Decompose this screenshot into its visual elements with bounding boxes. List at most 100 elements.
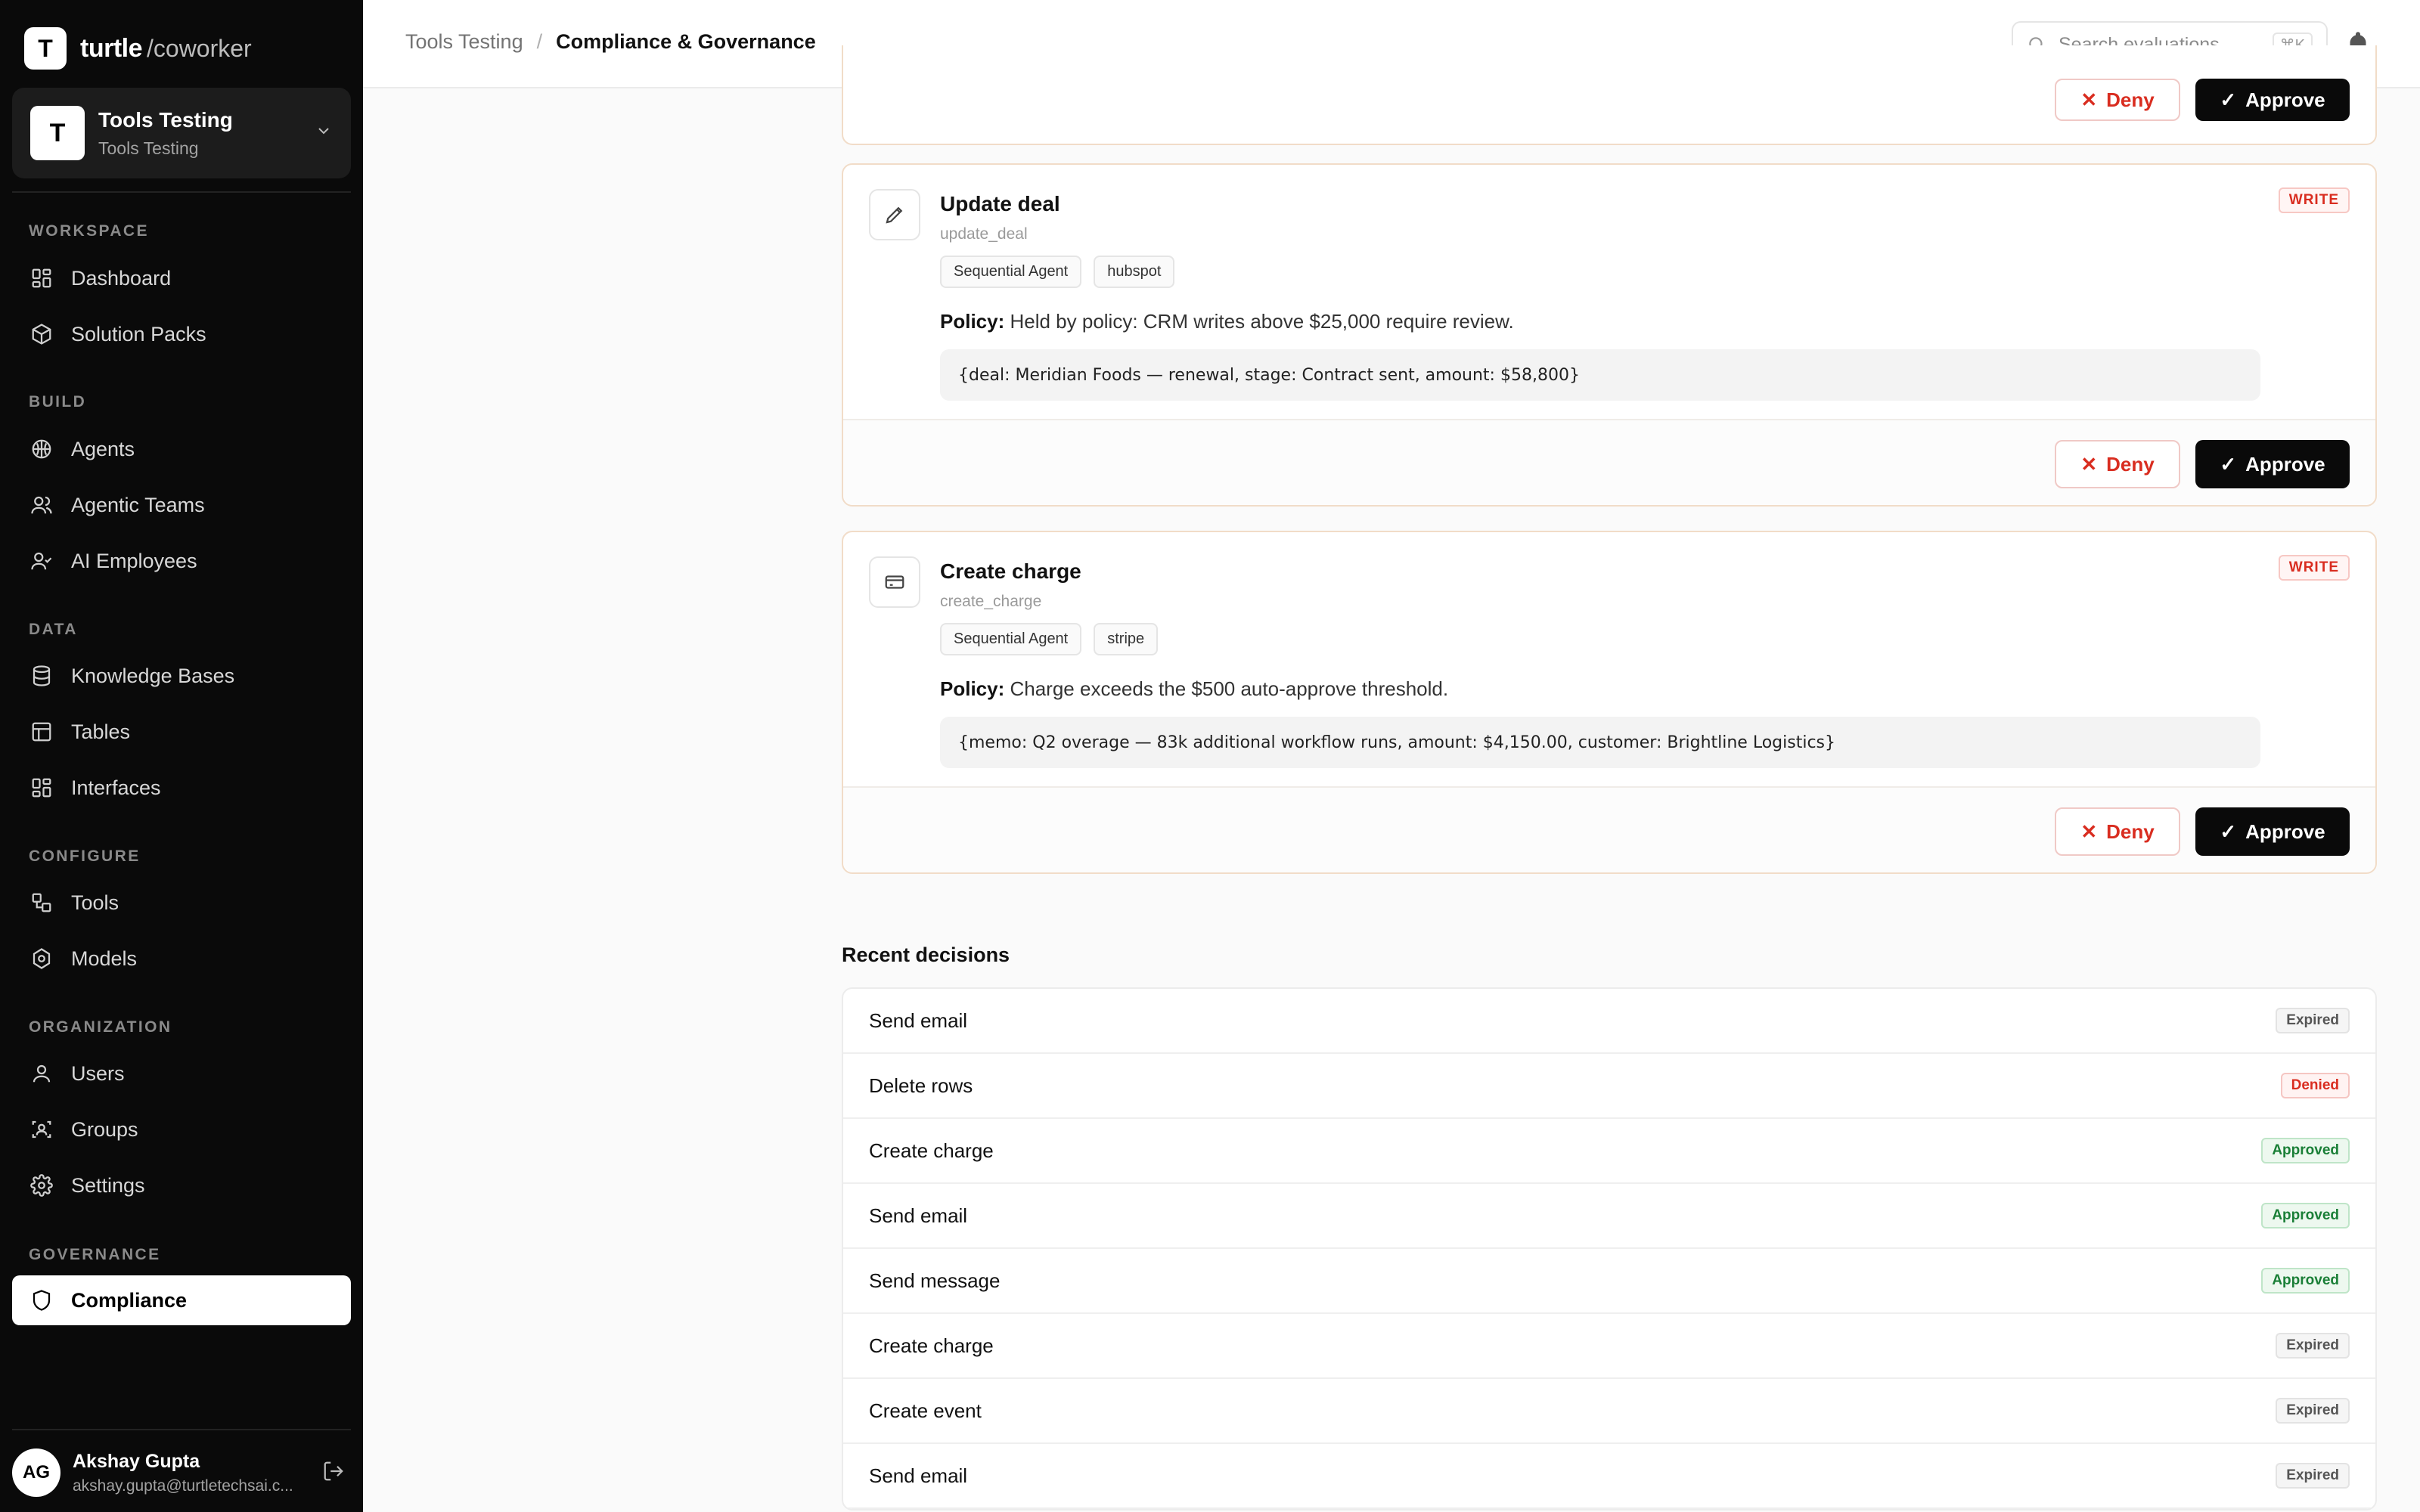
check-icon: ✓ — [2220, 452, 2237, 476]
deny-label: Deny — [2106, 88, 2155, 111]
tag: hubspot — [1094, 256, 1175, 288]
list-item[interactable]: Send email Approved — [843, 1184, 2375, 1249]
list-item[interactable]: Create charge Approved — [843, 1119, 2375, 1184]
decision-tool-name: Send email — [869, 1009, 968, 1032]
brand-logo: T — [24, 27, 67, 70]
brain-icon — [29, 436, 54, 462]
sidebar-item-label: Groups — [71, 1117, 138, 1141]
sidebar-item-label: Interfaces — [71, 776, 161, 799]
avatar: AG — [12, 1448, 60, 1497]
tag: Sequential Agent — [940, 623, 1082, 655]
database-icon — [29, 663, 54, 689]
check-icon: ✓ — [2220, 88, 2237, 111]
section-organization: ORGANIZATION — [29, 1018, 172, 1036]
decision-tool-name: Create charge — [869, 1139, 994, 1162]
decision-tool-name: Send email — [869, 1204, 968, 1227]
write-badge: WRITE — [2278, 187, 2350, 213]
user-profile[interactable]: AG Akshay Gupta akshay.gupta@turtletechs… — [12, 1444, 351, 1501]
sidebar-item-ai-employees[interactable]: AI Employees — [12, 536, 351, 586]
write-badge: WRITE — [2278, 555, 2350, 581]
user-icon — [29, 1061, 54, 1086]
workspace-subtitle: Tools Testing — [98, 138, 199, 158]
list-item[interactable]: Send email Expired — [843, 989, 2375, 1054]
sidebar-item-solution-packs[interactable]: Solution Packs — [12, 309, 351, 359]
breadcrumb-item[interactable]: Tools Testing — [405, 30, 523, 54]
deny-label: Deny — [2106, 452, 2155, 476]
package-icon — [29, 321, 54, 347]
deny-button[interactable]: ✕ Deny — [2055, 807, 2180, 856]
sidebar-item-knowledge-bases[interactable]: Knowledge Bases — [12, 651, 351, 701]
status-badge: Approved — [2261, 1203, 2350, 1228]
decision-tool-name: Send email — [869, 1464, 968, 1487]
list-item[interactable]: Send email Expired — [843, 1444, 2375, 1509]
policy-value: Held by policy: CRM writes above $25,000… — [1010, 310, 1514, 333]
user-check-icon — [29, 548, 54, 574]
approve-button[interactable]: ✓ Approve — [2195, 807, 2350, 856]
decision-tool-name: Create charge — [869, 1334, 994, 1357]
tool-title: Update deal — [940, 192, 1060, 215]
deny-button[interactable]: ✕ Deny — [2055, 440, 2180, 488]
tools-icon — [29, 890, 54, 916]
users-icon — [29, 492, 54, 518]
approve-label: Approve — [2245, 88, 2325, 111]
decision-tool-name: Create event — [869, 1399, 982, 1422]
user-email: akshay.gupta@turtletechsai.c... — [73, 1476, 293, 1495]
sidebar-item-label: Users — [71, 1061, 125, 1085]
status-badge: Approved — [2261, 1268, 2350, 1294]
logout-icon[interactable] — [322, 1460, 345, 1486]
sidebar-item-label: Solution Packs — [71, 322, 206, 345]
recent-decisions-title: Recent decisions — [842, 943, 1010, 966]
sidebar-item-interfaces[interactable]: Interfaces — [12, 763, 351, 813]
workspace-avatar: T — [30, 106, 85, 160]
sidebar-item-agentic-teams[interactable]: Agentic Teams — [12, 480, 351, 530]
sidebar-item-agents[interactable]: Agents — [12, 424, 351, 474]
sidebar-item-compliance[interactable]: Compliance — [12, 1275, 351, 1325]
section-build: BUILD — [29, 393, 87, 411]
approve-label: Approve — [2245, 452, 2325, 476]
deny-button[interactable]: ✕ Deny — [2055, 79, 2180, 121]
sidebar-item-label: Tables — [71, 720, 131, 743]
policy-label: Policy: — [940, 310, 1005, 333]
status-badge: Expired — [2276, 1008, 2350, 1033]
pending-card-previous: ✕ Deny ✓ Approve — [842, 45, 2377, 145]
sidebar-item-tools[interactable]: Tools — [12, 878, 351, 928]
pending-card: Update deal update_deal Sequential Agent… — [842, 163, 2377, 507]
workspace-switcher[interactable]: T Tools Testing Tools Testing — [12, 88, 351, 178]
sidebar-item-dashboard[interactable]: Dashboard — [12, 253, 351, 303]
approve-button[interactable]: ✓ Approve — [2195, 440, 2350, 488]
status-badge: Expired — [2276, 1398, 2350, 1424]
sidebar-item-settings[interactable]: Settings — [12, 1160, 351, 1210]
decision-tool-name: Delete rows — [869, 1074, 973, 1097]
sidebar-item-models[interactable]: Models — [12, 934, 351, 984]
tool-arguments: {memo: Q2 overage — 83k additional workf… — [940, 717, 2260, 768]
close-icon: ✕ — [2080, 88, 2098, 111]
sidebar-item-label: Knowledge Bases — [71, 664, 235, 687]
sidebar: T turtle /coworker T Tools Testing Tools… — [0, 0, 363, 1512]
gear-icon — [29, 1173, 54, 1198]
breadcrumb-separator: / — [536, 30, 543, 53]
sidebar-footer-divider — [12, 1429, 351, 1430]
sidebar-item-tables[interactable]: Tables — [12, 707, 351, 757]
sidebar-item-groups[interactable]: Groups — [12, 1105, 351, 1154]
list-item[interactable]: Send message Approved — [843, 1249, 2375, 1314]
sidebar-item-label: Compliance — [71, 1288, 188, 1312]
section-data: DATA — [29, 621, 78, 638]
list-item[interactable]: Create event Expired — [843, 1379, 2375, 1444]
brand-name: turtle — [80, 33, 143, 63]
policy-value: Charge exceeds the $500 auto-approve thr… — [1010, 677, 1449, 700]
status-badge: Approved — [2261, 1138, 2350, 1163]
status-badge: Denied — [2280, 1073, 2350, 1098]
section-governance: GOVERNANCE — [29, 1246, 161, 1263]
sidebar-item-users[interactable]: Users — [12, 1049, 351, 1098]
approve-button[interactable]: ✓ Approve — [2195, 79, 2350, 121]
sidebar-item-label: Models — [71, 947, 138, 970]
list-item[interactable]: Delete rows Denied — [843, 1054, 2375, 1119]
credit-card-icon — [869, 556, 920, 608]
brand[interactable]: T turtle /coworker — [24, 27, 252, 70]
deny-label: Deny — [2106, 820, 2155, 843]
recent-decisions-list: Send email Expired Delete rows Denied Cr… — [842, 987, 2377, 1510]
policy-text: Policy: Held by policy: CRM writes above… — [940, 310, 1514, 333]
sidebar-item-label: AI Employees — [71, 549, 197, 572]
sidebar-item-label: Settings — [71, 1173, 145, 1197]
list-item[interactable]: Create charge Expired — [843, 1314, 2375, 1379]
